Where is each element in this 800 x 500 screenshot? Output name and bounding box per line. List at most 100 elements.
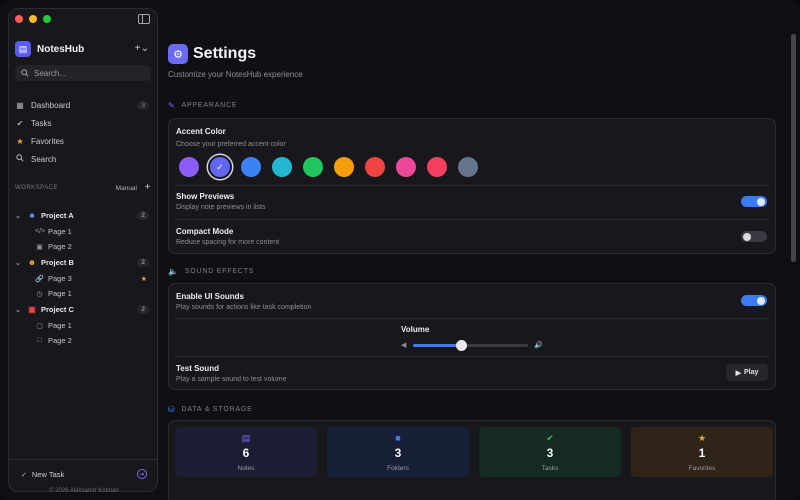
show-previews-title: Show Previews <box>176 192 235 201</box>
workspace-label: WORKSPACE <box>15 185 59 191</box>
section-label: DATA & STORAGE <box>181 406 253 413</box>
project-name: Project A <box>41 211 74 220</box>
folder-icon: ■ <box>29 211 35 220</box>
sidebar-item-label: Search <box>31 154 57 164</box>
notebook-icon: ▤ <box>15 41 31 57</box>
sidebar-item-favorites[interactable]: ★ Favorites <box>15 132 151 150</box>
sound-card: Enable UI Sounds Play sounds for actions… <box>168 283 776 390</box>
page-title: Settings <box>193 45 257 62</box>
divider <box>175 318 769 319</box>
test-sound-desc: Play a sample sound to test volume <box>176 376 287 383</box>
project-item[interactable]: ⌄ ▣ Project C 2 <box>15 301 151 318</box>
chevron-down-icon[interactable]: ⌄ <box>15 212 23 220</box>
add-project-button[interactable]: + <box>145 182 151 193</box>
accent-swatch[interactable] <box>179 157 199 177</box>
stat-card: ✔ 3 Tasks <box>479 427 621 477</box>
star-icon: ★ <box>16 136 24 146</box>
project-item[interactable]: ⌄ ■ Project A 2 <box>15 207 151 224</box>
project-item[interactable]: ⌄ ☻ Project B 2 <box>15 254 151 271</box>
check-icon: ✓ <box>216 161 224 172</box>
page-label: Page 3 <box>48 274 72 283</box>
project-tree: ⌄ ■ Project A 2 </> Page 1 ▣ Page 2 ⌄ ☻ … <box>15 207 151 348</box>
stat-value: 1 <box>698 446 706 460</box>
page-item[interactable]: </> Page 1 <box>15 224 151 239</box>
accent-swatch[interactable]: ✓ <box>210 157 230 177</box>
traffic-lights <box>15 15 51 23</box>
accent-title: Accent Color <box>176 127 226 136</box>
chat-icon: □ <box>37 337 42 344</box>
check-circle-icon: ✓ <box>21 471 27 479</box>
show-previews-toggle[interactable] <box>741 196 767 207</box>
sidebar-item-dashboard[interactable]: ▦ Dashboard 3 <box>15 96 151 114</box>
page-item[interactable]: □ Page 2 <box>15 333 151 348</box>
search-input[interactable]: Search... <box>15 65 151 81</box>
sidebar-item-label: Tasks <box>31 118 52 128</box>
volume-slider[interactable] <box>413 340 528 351</box>
scrollbar[interactable] <box>791 34 796 262</box>
compact-mode-title: Compact Mode <box>176 227 234 236</box>
stat-label: Tasks <box>541 465 559 472</box>
sidebar-divider <box>9 459 157 460</box>
accent-swatch[interactable] <box>396 157 416 177</box>
brand: ▤ NotesHub <box>15 41 84 57</box>
chevron-down-icon[interactable]: ⌄ <box>15 306 23 314</box>
copyright: © 2026 Aleksandr Kotman <box>49 488 119 494</box>
play-button[interactable]: ▶ Play <box>726 364 768 381</box>
clock-icon: ◷ <box>36 290 43 298</box>
app-window: ▤ NotesHub +⌄ Search... ▦ Dashboard 3 ✔ … <box>0 0 800 500</box>
section-appearance: ✎ APPEARANCE <box>168 101 237 110</box>
accent-swatch[interactable] <box>365 157 385 177</box>
page-item[interactable]: 🔗 Page 3 ★ <box>15 271 151 286</box>
stat-label: Favorites <box>688 465 716 472</box>
paint-brush-icon: ✎ <box>168 101 176 110</box>
star-icon[interactable]: ★ <box>141 275 147 283</box>
sort-dropdown[interactable]: Manual <box>116 185 137 192</box>
image-icon: ▣ <box>36 243 43 251</box>
compact-mode-toggle[interactable] <box>741 231 767 242</box>
volume-thumb[interactable] <box>455 340 467 351</box>
compact-mode-desc: Reduce spacing for more content <box>176 239 280 246</box>
file-icon: ▢ <box>36 322 43 330</box>
minimize-window-button[interactable] <box>29 15 37 23</box>
accent-swatch[interactable] <box>303 157 323 177</box>
arrow-circle-icon[interactable]: ➜ <box>137 469 147 479</box>
add-new-button[interactable]: +⌄ <box>135 43 149 54</box>
volume-low-icon: ◀ <box>401 342 407 349</box>
document-icon: ▤ <box>241 433 251 443</box>
section-label: SOUND EFFECTS <box>184 268 255 275</box>
ui-sounds-toggle[interactable] <box>741 295 767 306</box>
code-icon: </> <box>35 228 46 235</box>
stat-card: ▤ 6 Notes <box>175 427 317 477</box>
zoom-window-button[interactable] <box>43 15 51 23</box>
storage-card: ▤ 6 Notes ■ 3 Folders ✔ 3 Tasks ★ 1 Favorites <box>168 420 776 500</box>
inbox-icon: ▣ <box>28 305 36 314</box>
project-name: Project B <box>41 258 74 267</box>
divider <box>175 219 769 220</box>
star-icon: ★ <box>697 433 707 443</box>
sidebar-item-search[interactable]: Search <box>15 150 151 168</box>
sidebar-item-label: Favorites <box>31 136 64 146</box>
accent-swatch[interactable] <box>241 157 261 177</box>
stat-card: ★ 1 Favorites <box>631 427 773 477</box>
page-item[interactable]: ▢ Page 1 <box>15 318 151 333</box>
close-window-button[interactable] <box>15 15 23 23</box>
stat-label: Notes <box>237 465 255 472</box>
grid-icon: ▦ <box>16 100 24 110</box>
new-task-label: New Task <box>31 470 65 479</box>
divider <box>175 356 769 357</box>
accent-swatch[interactable] <box>272 157 292 177</box>
section-label: APPEARANCE <box>181 102 238 109</box>
sidebar-item-tasks[interactable]: ✔ Tasks <box>15 114 151 132</box>
accent-swatch[interactable] <box>458 157 478 177</box>
new-task-button[interactable]: ✓ New Task <box>21 470 64 479</box>
show-previews-desc: Display note previews in lists <box>176 204 266 211</box>
page-item[interactable]: ▣ Page 2 <box>15 239 151 254</box>
sidebar-toggle-icon[interactable] <box>138 14 150 24</box>
accent-swatch[interactable] <box>427 157 447 177</box>
stat-value: 3 <box>394 446 402 460</box>
page-item[interactable]: ◷ Page 1 <box>15 286 151 301</box>
chevron-down-icon[interactable]: ⌄ <box>15 259 23 267</box>
accent-swatch[interactable] <box>334 157 354 177</box>
storage-stats: ▤ 6 Notes ■ 3 Folders ✔ 3 Tasks ★ 1 Favorites <box>175 427 773 477</box>
sidebar-nav: ▦ Dashboard 3 ✔ Tasks ★ Favorites Search <box>15 96 151 168</box>
